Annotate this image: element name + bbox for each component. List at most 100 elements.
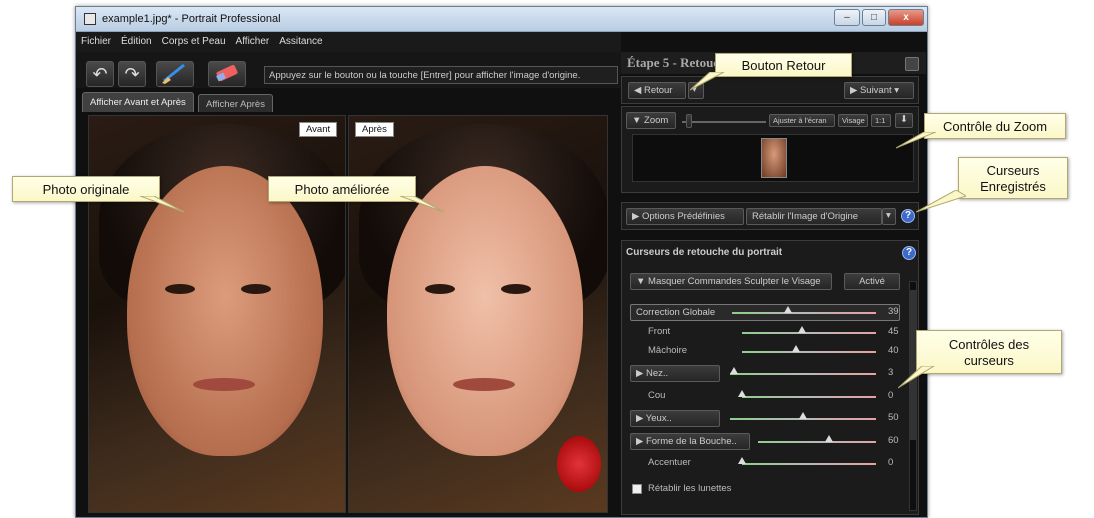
menu-edition[interactable]: Édition: [116, 32, 157, 47]
redo-button[interactable]: ↷: [118, 61, 146, 87]
photo-after[interactable]: Après: [348, 115, 608, 513]
navigator-thumbnail: [761, 138, 787, 178]
back-arrow-icon: ◀: [634, 85, 644, 96]
glasses-checkbox[interactable]: [632, 484, 642, 494]
menu-corps-et-peau[interactable]: Corps et Peau: [157, 32, 231, 47]
slider-value-eyes: 50: [888, 412, 899, 423]
slider-value-mouth-shape: 60: [888, 435, 899, 446]
chevron-down-icon: ▼: [636, 276, 649, 287]
hint-text: Appuyez sur le bouton ou la touche [Entr…: [264, 66, 618, 84]
slider-handle-neck[interactable]: [738, 390, 746, 397]
slider-handle-forehead[interactable]: [798, 326, 807, 333]
presets-select[interactable]: Rétablir l'Image d'Origine: [746, 208, 882, 225]
tab-before-after[interactable]: Afficher Avant et Après: [82, 92, 194, 112]
toolbar: ↶ ↷ Appuyez sur le bouton ou la touche […: [76, 52, 621, 88]
window-title: example1.jpg* - Portrait Professional: [102, 13, 281, 25]
callout-pointer: [140, 196, 185, 213]
next-button[interactable]: ▶ Suivant ▾: [844, 82, 914, 99]
slider-handle-jaw[interactable]: [791, 345, 800, 352]
eraser-button[interactable]: [208, 61, 246, 87]
zoom-navigator[interactable]: [632, 134, 914, 182]
zoom-menu-button[interactable]: ⬇: [895, 113, 913, 128]
one-to-one-button[interactable]: 1:1: [871, 114, 891, 127]
sliders-scrollbar[interactable]: [909, 281, 917, 511]
eraser-icon: [216, 64, 238, 82]
slider-label-sharpen: Accentuer: [648, 457, 691, 468]
flower: [557, 436, 601, 492]
maximize-button[interactable]: □: [862, 9, 886, 26]
tab-after[interactable]: Afficher Après: [198, 94, 273, 112]
presets-dropdown[interactable]: ▾: [882, 208, 896, 225]
sculpt-toggle[interactable]: ▼ Masquer Commandes Sculpter le Visage: [630, 273, 832, 290]
slider-track-nose[interactable]: [730, 373, 876, 375]
lips: [453, 378, 515, 391]
slider-button-nose[interactable]: ▶ Nez..: [630, 365, 720, 382]
redo-icon: ↷: [124, 64, 140, 84]
zoom-toggle[interactable]: ▼ Zoom: [626, 112, 676, 129]
brush-button[interactable]: [156, 61, 194, 87]
undo-icon: ↶: [92, 64, 108, 84]
callout-pointer: [896, 132, 936, 149]
slider-track-mouth-shape[interactable]: [758, 441, 876, 443]
panel-menu-icon[interactable]: [905, 57, 919, 71]
menu-bar: Fichier Édition Corps et Peau Afficher Assit…: [76, 32, 621, 52]
slider-handle-sharpen[interactable]: [738, 457, 746, 464]
presets-section: ▶ Options Prédéfinies Rétablir l'Image d…: [621, 202, 919, 230]
chevron-down-icon: ▾: [886, 210, 891, 221]
zoom-slider-handle[interactable]: [686, 114, 693, 128]
left-eye: [425, 284, 455, 294]
lips: [193, 378, 255, 391]
slider-handle-eyes[interactable]: [799, 412, 807, 419]
next-arrow-icon: ▶: [850, 85, 860, 96]
slider-handle-global-correction[interactable]: [784, 306, 793, 313]
callout-pointer: [400, 196, 445, 213]
slider-handle-mouth-shape[interactable]: [824, 435, 833, 442]
callout-pointer: [690, 72, 725, 91]
slider-label-forehead: Front: [648, 326, 671, 337]
glasses-label: Rétablir les lunettes: [648, 483, 732, 494]
back-button[interactable]: ◀ Retour: [628, 82, 686, 99]
help-icon[interactable]: ?: [902, 246, 916, 260]
callout-zoom-control: Contrôle du Zoom: [924, 113, 1066, 139]
slider-track-sharpen[interactable]: [742, 463, 876, 465]
callout-pointer: [898, 366, 935, 389]
menu-fichier[interactable]: Fichier: [76, 32, 116, 47]
sculpt-state[interactable]: Activé: [844, 273, 900, 290]
slider-handle-nose[interactable]: [730, 367, 739, 374]
slider-value-nose: 3: [888, 367, 894, 378]
slider-label-jaw: Mâchoire: [648, 345, 688, 356]
slider-button-mouth-shape[interactable]: ▶ Forme de la Bouche..: [630, 433, 750, 450]
chevron-down-icon: ▾: [891, 85, 900, 96]
nav-section: ◀ Retour ▾ ▶ Suivant ▾: [621, 76, 919, 104]
menu-afficher[interactable]: Afficher: [231, 32, 275, 47]
chevron-right-icon: ▶: [636, 436, 646, 447]
slider-track-forehead[interactable]: [742, 332, 876, 334]
close-button[interactable]: x: [888, 9, 924, 26]
slider-track-neck[interactable]: [742, 396, 876, 398]
slider-label-neck: Cou: [648, 390, 666, 401]
callout-pointer: [916, 190, 966, 213]
slider-track-global-correction[interactable]: [732, 312, 876, 314]
left-eye: [165, 284, 195, 294]
sliders-section: Curseurs de retouche du portrait ? ▼ Mas…: [621, 240, 919, 515]
help-icon[interactable]: ?: [901, 209, 915, 223]
slider-value-jaw: 40: [888, 345, 899, 356]
undo-button[interactable]: ↶: [86, 61, 114, 87]
callout-back-button: Bouton Retour: [715, 53, 852, 77]
slider-value-forehead: 45: [888, 326, 899, 337]
zoom-section: ▼ Zoom Ajuster à l'écran Visage 1:1 ⬇: [621, 106, 919, 193]
face-zoom-button[interactable]: Visage: [838, 114, 868, 127]
presets-button[interactable]: ▶ Options Prédéfinies: [626, 208, 744, 225]
slider-track-jaw[interactable]: [742, 351, 876, 353]
zoom-track[interactable]: [682, 121, 766, 123]
fit-screen-button[interactable]: Ajuster à l'écran: [769, 114, 835, 127]
slider-value-sharpen: 0: [888, 457, 894, 468]
slider-button-eyes[interactable]: ▶ Yeux..: [630, 410, 720, 427]
photo-before[interactable]: Avant: [88, 115, 346, 513]
right-eye: [241, 284, 271, 294]
arrow-down-icon: ⬇: [900, 114, 908, 125]
before-label: Avant: [299, 122, 338, 137]
menu-assistance[interactable]: Assitance: [274, 32, 327, 47]
minimize-button[interactable]: –: [834, 9, 860, 26]
app-icon: [84, 13, 96, 25]
